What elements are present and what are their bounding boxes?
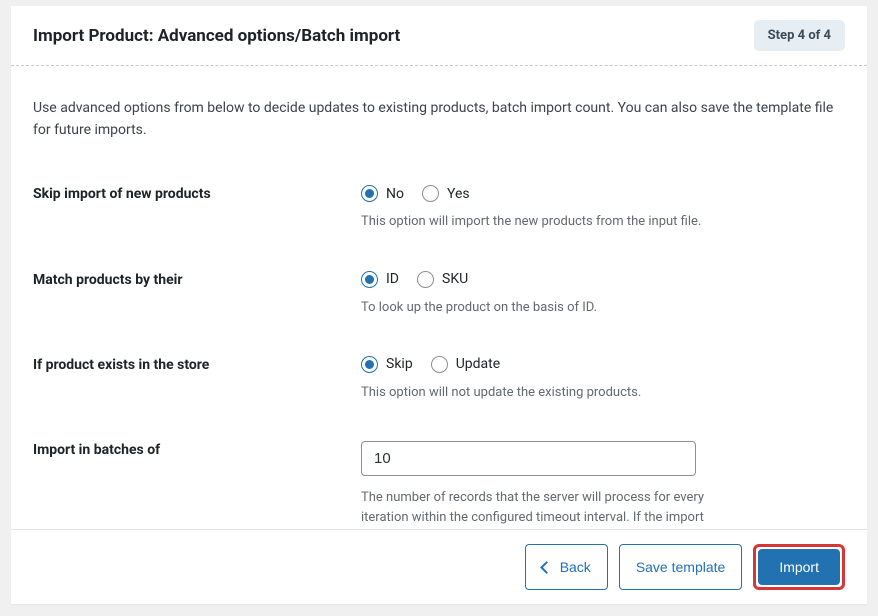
field-controls: The number of records that the server wi… — [361, 441, 845, 529]
field-if-exists: If product exists in the store Skip Upda… — [33, 356, 845, 403]
radio-group-match-by: ID SKU — [361, 271, 845, 288]
back-button[interactable]: Back — [525, 544, 608, 590]
radio-option-yes[interactable]: Yes — [422, 185, 470, 202]
help-text: This option will import the new products… — [361, 212, 721, 232]
radio-option-sku[interactable]: SKU — [417, 271, 468, 288]
description-text: Use advanced options from below to decid… — [33, 98, 845, 141]
field-controls: No Yes This option will import the new p… — [361, 185, 845, 232]
radio-icon — [422, 185, 439, 202]
field-batches: Import in batches of The number of recor… — [33, 441, 845, 529]
field-label: If product exists in the store — [33, 356, 361, 373]
batches-input[interactable] — [361, 441, 696, 476]
radio-group-if-exists: Skip Update — [361, 356, 845, 373]
field-label: Import in batches of — [33, 441, 361, 458]
help-text: This option will not update the existing… — [361, 383, 721, 403]
radio-label: Update — [456, 356, 500, 372]
import-panel: Import Product: Advanced options/Batch i… — [11, 6, 867, 604]
button-label: Save template — [636, 559, 726, 575]
field-label: Skip import of new products — [33, 185, 361, 202]
field-controls: ID SKU To look up the product on the bas… — [361, 271, 845, 318]
help-text: The number of records that the server wi… — [361, 488, 721, 529]
radio-icon — [361, 185, 378, 202]
chevron-left-icon — [540, 561, 553, 574]
radio-icon — [431, 356, 448, 373]
field-controls: Skip Update This option will not update … — [361, 356, 845, 403]
import-button[interactable]: Import — [758, 549, 840, 585]
panel-content: Use advanced options from below to decid… — [11, 66, 867, 529]
panel-footer: Back Save template Import — [11, 529, 867, 604]
field-match-by: Match products by their ID SKU To look u… — [33, 271, 845, 318]
radio-label: No — [386, 186, 404, 202]
radio-option-no[interactable]: No — [361, 185, 404, 202]
button-label: Back — [560, 559, 591, 575]
help-text: To look up the product on the basis of I… — [361, 298, 721, 318]
radio-icon — [361, 356, 378, 373]
radio-label: Skip — [386, 356, 413, 372]
radio-option-id[interactable]: ID — [361, 271, 399, 288]
radio-icon — [417, 271, 434, 288]
radio-option-update[interactable]: Update — [431, 356, 500, 373]
radio-label: ID — [386, 271, 399, 287]
field-skip-new-products: Skip import of new products No Yes This … — [33, 185, 845, 232]
radio-label: SKU — [442, 271, 468, 287]
field-label: Match products by their — [33, 271, 361, 288]
radio-group-skip-new: No Yes — [361, 185, 845, 202]
import-button-highlight: Import — [753, 544, 845, 590]
save-template-button[interactable]: Save template — [619, 544, 743, 590]
radio-option-skip[interactable]: Skip — [361, 356, 413, 373]
button-label: Import — [779, 559, 819, 575]
step-indicator: Step 4 of 4 — [754, 20, 845, 51]
panel-header: Import Product: Advanced options/Batch i… — [11, 6, 867, 66]
page-title: Import Product: Advanced options/Batch i… — [33, 26, 400, 46]
radio-label: Yes — [447, 186, 470, 202]
radio-icon — [361, 271, 378, 288]
